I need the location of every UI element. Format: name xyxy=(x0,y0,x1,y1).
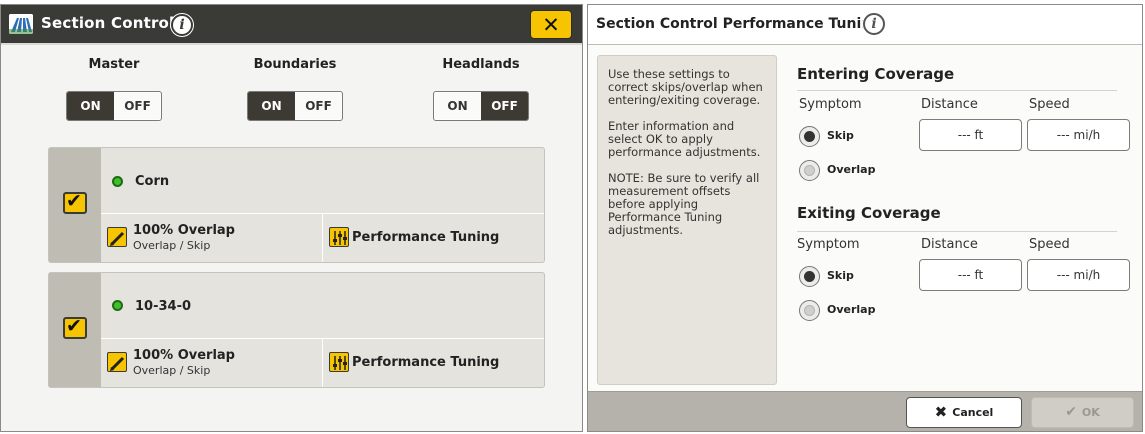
help-paragraph: NOTE: Be sure to verify all measurement … xyxy=(608,171,760,237)
section-control-header: Section Control i ✕ xyxy=(1,5,582,45)
performance-tuning-header: Section Control Performance Tuning i xyxy=(588,5,1142,45)
help-text-box: Use these settings to correct skips/over… xyxy=(597,55,777,385)
headlands-toggle-group: Headlands ON OFF xyxy=(406,57,556,121)
close-button[interactable]: ✕ xyxy=(530,10,572,39)
checkmark-icon: ✔ xyxy=(1065,404,1077,420)
product-checkbox[interactable]: ✔ xyxy=(63,315,87,339)
performance-tuning-button[interactable]: Performance Tuning xyxy=(324,339,544,387)
entering-coverage-title: Entering Coverage xyxy=(797,65,955,83)
product-header[interactable]: Corn xyxy=(101,148,544,214)
performance-tuning-label: Performance Tuning xyxy=(352,230,500,245)
performance-tuning-button[interactable]: Performance Tuning xyxy=(324,214,544,262)
overlap-title: 100% Overlap xyxy=(133,223,235,238)
master-toggle[interactable]: ON OFF xyxy=(66,91,162,121)
radio-selected-icon[interactable] xyxy=(799,266,820,287)
status-indicator-icon xyxy=(112,176,123,187)
symptom-label: Symptom xyxy=(797,237,860,252)
checkmark-icon: ✔ xyxy=(66,315,82,337)
exiting-distance-field[interactable]: --- ft xyxy=(919,259,1022,291)
product-name: 10-34-0 xyxy=(135,299,192,314)
divider xyxy=(797,90,1117,91)
overlap-subtitle: Overlap / Skip xyxy=(133,239,211,252)
ok-button[interactable]: ✔ OK xyxy=(1031,397,1134,428)
overlap-label: Overlap xyxy=(827,303,876,316)
product-checkbox-cell: ✔ xyxy=(49,273,101,387)
section-control-panel: Section Control i ✕ Master ON OFF Bounda… xyxy=(0,4,583,432)
symptom-label: Symptom xyxy=(799,97,862,112)
master-label: Master xyxy=(88,57,140,72)
boundaries-toggle[interactable]: ON OFF xyxy=(247,91,343,121)
pencil-icon xyxy=(107,352,127,372)
info-icon[interactable]: i xyxy=(863,13,885,35)
sliders-icon xyxy=(329,352,349,372)
radio-selected-icon[interactable] xyxy=(799,126,820,147)
skip-label: Skip xyxy=(827,269,854,282)
headlands-toggle[interactable]: ON OFF xyxy=(433,91,529,121)
product-checkbox[interactable]: ✔ xyxy=(63,190,87,214)
help-paragraph: Use these settings to correct skips/over… xyxy=(608,67,763,107)
master-toggle-group: Master ON OFF xyxy=(39,57,189,121)
pencil-icon xyxy=(107,227,127,247)
dialog-footer: ✖ Cancel ✔ OK xyxy=(588,391,1142,431)
overlap-setting-button[interactable]: 100% Overlap Overlap / Skip xyxy=(101,339,323,387)
headlands-on-option[interactable]: ON xyxy=(434,92,481,120)
product-checkbox-cell: ✔ xyxy=(49,148,101,262)
field-rows-icon xyxy=(9,14,33,34)
product-header[interactable]: 10-34-0 xyxy=(101,273,544,339)
exiting-coverage-title: Exiting Coverage xyxy=(797,204,941,222)
info-icon[interactable]: i xyxy=(171,14,193,36)
product-card-10-34-0: ✔ 10-34-0 100% Overlap Overlap / Skip Pe… xyxy=(48,272,545,388)
skip-label: Skip xyxy=(827,129,854,142)
overlap-subtitle: Overlap / Skip xyxy=(133,364,211,377)
overlap-title: 100% Overlap xyxy=(133,348,235,363)
distance-label: Distance xyxy=(921,237,978,252)
close-icon: ✕ xyxy=(542,13,560,37)
ok-label: OK xyxy=(1081,406,1100,419)
speed-label: Speed xyxy=(1029,237,1070,252)
master-off-option[interactable]: OFF xyxy=(114,92,161,120)
page-title: Section Control xyxy=(41,14,175,32)
product-card-corn: ✔ Corn 100% Overlap Overlap / Skip Perfo… xyxy=(48,147,545,263)
performance-tuning-label: Performance Tuning xyxy=(352,355,500,370)
checkmark-icon: ✔ xyxy=(66,190,82,212)
overlap-label: Overlap xyxy=(827,163,876,176)
product-settings-row: 100% Overlap Overlap / Skip Performance … xyxy=(101,339,544,387)
headlands-label: Headlands xyxy=(442,57,520,72)
overlap-setting-button[interactable]: 100% Overlap Overlap / Skip xyxy=(101,214,323,262)
headlands-off-option[interactable]: OFF xyxy=(481,92,528,120)
master-on-option[interactable]: ON xyxy=(67,92,114,120)
cancel-button[interactable]: ✖ Cancel xyxy=(906,397,1022,428)
help-paragraph: Enter information and select OK to apply… xyxy=(608,119,761,159)
entering-speed-field[interactable]: --- mi/h xyxy=(1027,119,1130,151)
boundaries-toggle-group: Boundaries ON OFF xyxy=(220,57,370,121)
status-indicator-icon xyxy=(112,300,123,311)
exiting-speed-field[interactable]: --- mi/h xyxy=(1027,259,1130,291)
panel-title: Section Control Performance Tuning xyxy=(596,16,882,32)
close-icon: ✖ xyxy=(934,403,948,421)
product-name: Corn xyxy=(135,174,170,189)
distance-label: Distance xyxy=(921,97,978,112)
boundaries-label: Boundaries xyxy=(253,57,337,72)
product-settings-row: 100% Overlap Overlap / Skip Performance … xyxy=(101,214,544,262)
boundaries-on-option[interactable]: ON xyxy=(248,92,295,120)
speed-label: Speed xyxy=(1029,97,1070,112)
sliders-icon xyxy=(329,227,349,247)
radio-unselected-icon[interactable] xyxy=(799,300,820,321)
cancel-label: Cancel xyxy=(952,406,994,419)
divider xyxy=(797,231,1117,232)
entering-distance-field[interactable]: --- ft xyxy=(919,119,1022,151)
performance-tuning-panel: Section Control Performance Tuning i Use… xyxy=(587,4,1143,432)
radio-unselected-icon[interactable] xyxy=(799,160,820,181)
boundaries-off-option[interactable]: OFF xyxy=(295,92,342,120)
